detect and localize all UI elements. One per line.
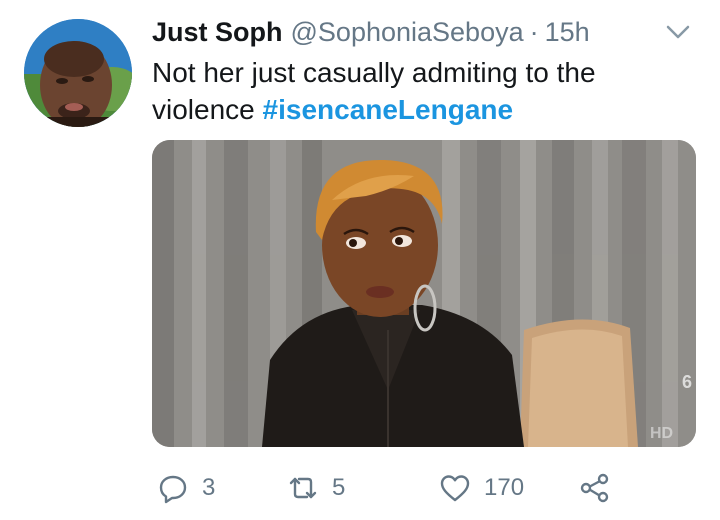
heart-icon (440, 475, 470, 502)
tweet-media[interactable]: 6 HD (152, 140, 696, 447)
tweet-card: Just Soph @SophoniaSeboya · 15h Not her … (0, 0, 720, 520)
timestamp[interactable]: 15h (545, 14, 590, 50)
separator-dot: · (529, 17, 539, 47)
share-icon (580, 473, 609, 503)
avatar-image (24, 19, 132, 127)
user-handle[interactable]: @SophoniaSeboya (291, 14, 524, 50)
reply-count: 3 (202, 474, 216, 501)
media-image: 6 HD (152, 140, 696, 447)
retweet-count: 5 (332, 474, 346, 501)
reply-button[interactable]: 3 (156, 468, 215, 508)
tweet-header: Just Soph @SophoniaSeboya · 15h (152, 14, 590, 50)
avatar[interactable] (24, 19, 132, 127)
retweet-button[interactable]: 5 (286, 468, 345, 508)
watermark-hd: HD (650, 425, 673, 442)
retweet-icon (289, 477, 317, 499)
display-name[interactable]: Just Soph (152, 14, 283, 50)
watermark-number: 6 (682, 372, 692, 392)
like-button[interactable]: 170 (438, 468, 524, 508)
action-bar: 3 5 170 (152, 468, 696, 508)
hashtag-link[interactable]: #isencaneLengane (263, 94, 514, 125)
like-count: 170 (484, 474, 525, 501)
reply-icon (159, 475, 187, 504)
share-button[interactable] (578, 468, 624, 508)
tweet-text: Not her just casually admiting to the vi… (152, 54, 692, 128)
chevron-down-icon[interactable] (664, 22, 692, 42)
